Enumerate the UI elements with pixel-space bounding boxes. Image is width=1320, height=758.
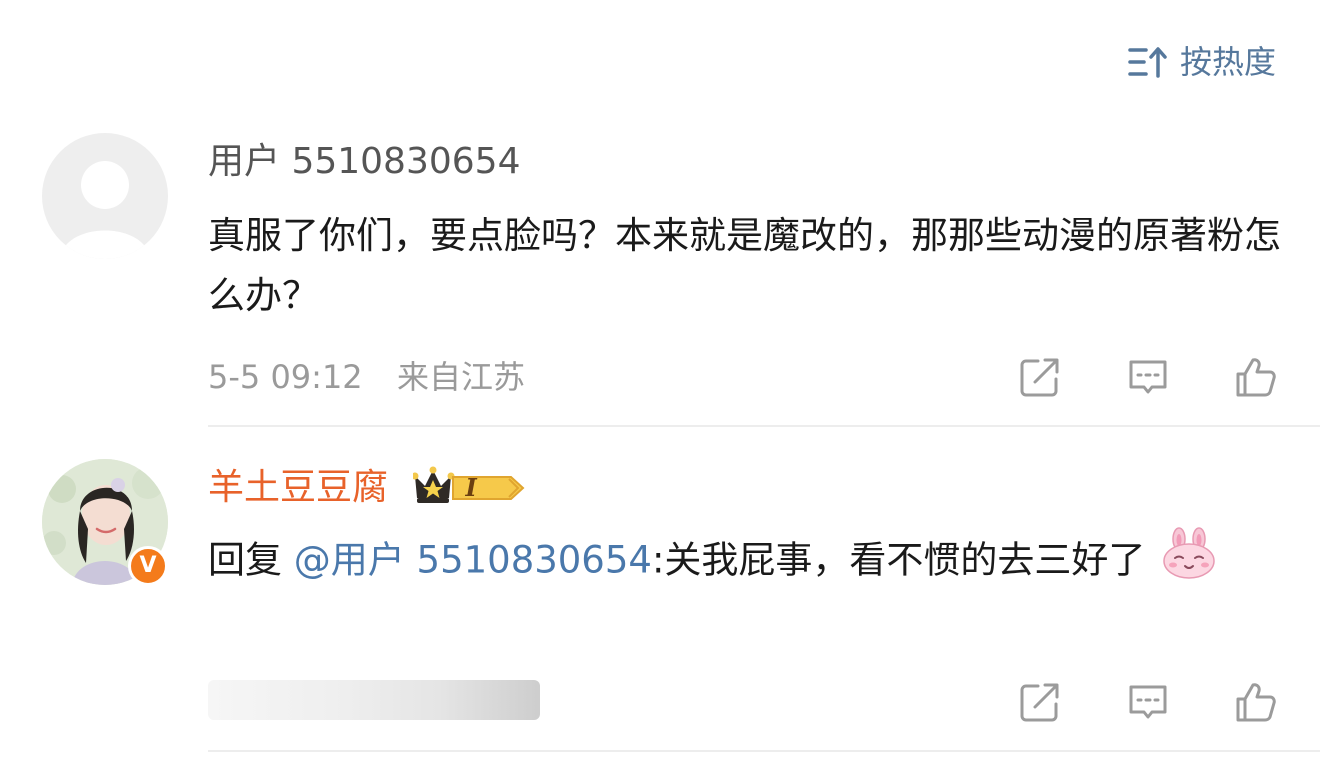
verified-badge-icon: V — [128, 546, 168, 586]
comment-divider — [208, 425, 1320, 427]
comment-text: 真服了你们，要点脸吗？本来就是魔改的，那那些动漫的原著粉怎么办？ — [208, 214, 1281, 317]
reply-prefix: 回复 — [208, 538, 294, 582]
sort-label: 按热度 — [1179, 43, 1276, 81]
comment-date: 5-5 09:12 — [208, 358, 363, 396]
reply-text: :关我屁事，看不惯的去三好了 — [651, 538, 1146, 582]
comment-icon[interactable] — [1126, 680, 1170, 724]
comment-actions — [1018, 355, 1278, 399]
share-icon[interactable] — [1018, 680, 1062, 724]
like-icon[interactable] — [1234, 355, 1278, 399]
sort-by-heat-button[interactable]: 按热度 — [1128, 40, 1276, 84]
comment-icon[interactable] — [1126, 355, 1170, 399]
comment-divider — [208, 750, 1320, 752]
comment-username[interactable]: 用户 5510830654 — [208, 140, 521, 184]
comment-text: 回复 @用户 5510830654:关我屁事，看不惯的去三好了 — [208, 527, 1288, 597]
like-icon[interactable] — [1234, 680, 1278, 724]
vip-level-text: I — [465, 473, 477, 502]
mention-link[interactable]: @用户 5510830654 — [294, 539, 652, 582]
share-icon[interactable] — [1018, 355, 1062, 399]
comment-username[interactable]: 羊土豆豆腐 I — [208, 466, 527, 510]
blurred-meta — [208, 680, 540, 720]
comment-actions — [1018, 680, 1278, 724]
avatar[interactable] — [42, 133, 168, 259]
comment-username-text: 羊土豆豆腐 — [208, 467, 389, 508]
comment-meta: 5-5 09:12 来自江苏 — [208, 357, 525, 397]
sort-icon — [1128, 44, 1168, 80]
bunny-emoji-icon — [1161, 527, 1217, 597]
comment-location: 来自江苏 — [397, 358, 526, 396]
